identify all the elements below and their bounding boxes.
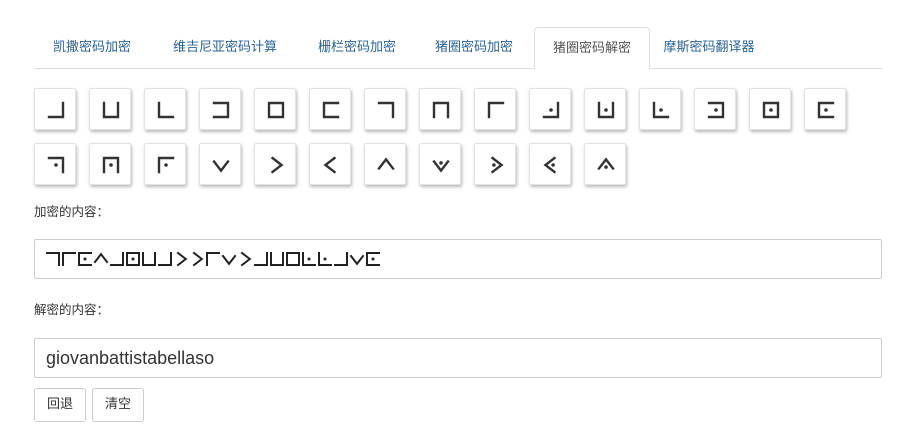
pigpen-grid-i-icon — [487, 101, 505, 119]
pigpen-x-v-icon — [377, 157, 395, 171]
pigpen-dotgrid-l-icon — [652, 101, 670, 119]
pigpen-key-g[interactable] — [364, 88, 406, 130]
pigpen-key-k[interactable] — [584, 88, 626, 130]
pigpen-key-m[interactable] — [694, 88, 736, 130]
decrypted-text: giovanbattistabellaso — [46, 348, 215, 368]
tab-6[interactable]: 摩斯密码翻译器 — [651, 27, 767, 69]
pigpen-key-p[interactable] — [34, 143, 76, 185]
pigpen-symbol-s — [221, 254, 237, 266]
tab-2[interactable]: 维吉尼亚密码计算 — [151, 27, 299, 69]
pigpen-key-u[interactable] — [309, 143, 351, 185]
pigpen-key-x[interactable] — [474, 143, 516, 185]
tab-1[interactable]: 凯撒密码加密 — [34, 27, 150, 69]
pigpen-key-c[interactable] — [144, 88, 186, 130]
pigpen-dotx-x-icon — [490, 156, 504, 174]
pigpen-key-v[interactable] — [364, 143, 406, 185]
clear-button[interactable]: 清空 — [92, 388, 145, 422]
pigpen-symbol-v — [93, 252, 109, 264]
pigpen-dotx-z-icon — [597, 157, 615, 171]
pigpen-dotgrid-p-icon — [47, 156, 65, 174]
pigpen-symbol-e — [286, 252, 300, 266]
pigpen-symbol-i — [206, 252, 220, 266]
pigpen-key-t[interactable] — [254, 143, 296, 185]
pigpen-key-z[interactable] — [584, 143, 626, 185]
pigpen-grid-h-icon — [432, 101, 450, 119]
pigpen-grid-b-icon — [102, 101, 120, 119]
tab-4[interactable]: 猪圈密码加密 — [416, 27, 532, 69]
pigpen-grid-d-icon — [212, 101, 230, 119]
pigpen-symbol-a — [110, 252, 124, 266]
pigpen-key-o[interactable] — [804, 88, 846, 130]
pigpen-key-a[interactable] — [34, 88, 76, 130]
pigpen-key-i[interactable] — [474, 88, 516, 130]
pigpen-symbol-g — [46, 252, 60, 266]
pigpen-grid-c-icon — [157, 101, 175, 119]
pigpen-symbol-string — [46, 251, 380, 267]
pigpen-key-d[interactable] — [199, 88, 241, 130]
pigpen-key-s[interactable] — [199, 143, 241, 185]
back-button[interactable]: 回退 — [34, 388, 87, 422]
pigpen-key-n[interactable] — [749, 88, 791, 130]
tab-5[interactable]: 猪圈密码解密 — [534, 27, 650, 70]
tab-3[interactable]: 栅栏密码加密 — [299, 27, 415, 69]
pigpen-symbol-a — [158, 252, 172, 266]
pigpen-dotx-w-icon — [432, 159, 450, 173]
pigpen-key-f[interactable] — [309, 88, 351, 130]
pigpen-grid-g-icon — [377, 101, 395, 119]
pigpen-x-t-icon — [270, 156, 284, 174]
pigpen-dotgrid-k-icon — [597, 101, 615, 119]
pigpen-key-e[interactable] — [254, 88, 296, 130]
pigpen-symbol-a — [254, 252, 268, 266]
pigpen-dotgrid-q-icon — [102, 156, 120, 174]
encrypted-label: 加密的内容： — [34, 204, 110, 219]
pigpen-dotx-y-icon — [543, 156, 557, 174]
pigpen-symbol-b — [270, 252, 284, 266]
pigpen-symbol-b — [142, 252, 156, 266]
pigpen-grid-f-icon — [322, 101, 340, 119]
pigpen-symbol-t — [176, 251, 188, 267]
decrypted-content-field[interactable]: giovanbattistabellaso — [34, 338, 882, 378]
pigpen-grid-a-icon — [47, 101, 65, 119]
pigpen-symbol-a — [334, 252, 348, 266]
decrypted-label: 解密的内容： — [34, 302, 110, 317]
pigpen-key-w[interactable] — [419, 143, 461, 185]
pigpen-x-u-icon — [323, 156, 337, 174]
pigpen-key-r[interactable] — [144, 143, 186, 185]
pigpen-dotgrid-m-icon — [707, 101, 725, 119]
pigpen-symbol-t — [192, 251, 204, 267]
pigpen-key-j[interactable] — [529, 88, 571, 130]
pigpen-dotgrid-r-icon — [157, 156, 175, 174]
pigpen-symbol-i — [62, 252, 76, 266]
pigpen-symbol-t — [240, 251, 252, 267]
pigpen-dotgrid-o-icon — [817, 101, 835, 119]
pigpen-key-q[interactable] — [89, 143, 131, 185]
pigpen-key-h[interactable] — [419, 88, 461, 130]
pigpen-key-b[interactable] — [89, 88, 131, 130]
pigpen-dotgrid-j-icon — [542, 101, 560, 119]
pigpen-key-y[interactable] — [529, 143, 571, 185]
pigpen-key-l[interactable] — [639, 88, 681, 130]
pigpen-dotgrid-n-icon — [762, 101, 780, 119]
encrypted-content-field[interactable] — [34, 239, 882, 279]
pigpen-symbol-s — [349, 254, 365, 266]
pigpen-x-s-icon — [212, 159, 230, 173]
encrypted-symbols — [45, 249, 385, 271]
pigpen-grid-e-icon — [267, 101, 285, 119]
cipher-tabs: 凯撒密码加密 维吉尼亚密码计算 栅栏密码加密 猪圈密码加密 猪圈密码解密 摩斯密码翻译器 — [34, 27, 882, 70]
